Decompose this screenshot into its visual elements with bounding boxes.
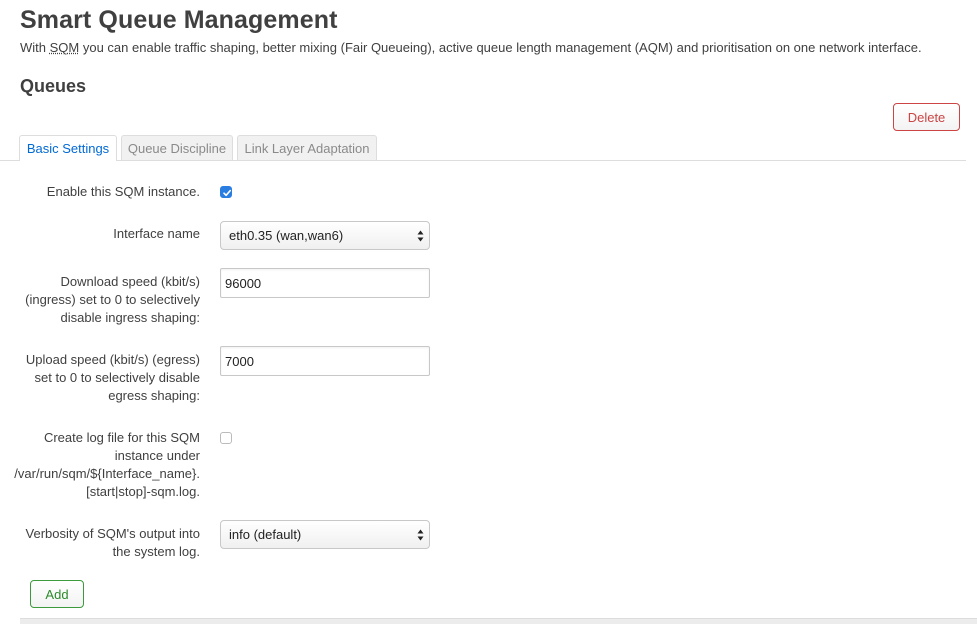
section-title: Queues: [20, 76, 87, 96]
download-label-line-3: disable ingress shaping:: [60, 310, 200, 325]
upload-label-line-2: set to 0 to selectively disable: [34, 370, 200, 385]
checkmark-icon: [223, 189, 231, 197]
select-arrows-icon: [417, 529, 424, 541]
log-label-line-1: Create log file for this SQM: [43, 430, 200, 445]
log-label: Create log file for this SQM instance un…: [14, 429, 200, 501]
download-label: Download speed (kbit/s) (ingress) set to…: [25, 273, 200, 327]
log-label-line-3: /var/run/sqm/${Interface_name}.: [14, 466, 200, 481]
description-pre: With: [20, 40, 50, 55]
upload-label-line-1: Upload speed (kbit/s) (egress): [25, 352, 200, 367]
download-speed-input[interactable]: 96000: [220, 268, 430, 298]
download-label-line-1: Download speed (kbit/s): [60, 274, 200, 289]
tab-bar: Basic Settings Queue Discipline Link Lay…: [0, 135, 966, 161]
upload-speed-input[interactable]: 7000: [220, 346, 430, 376]
log-checkbox[interactable]: [220, 432, 232, 444]
download-label-line-2: (ingress) set to 0 to selectively: [25, 292, 200, 307]
page-description: With SQM you can enable traffic shaping,…: [20, 40, 922, 55]
footer-divider: [20, 618, 977, 624]
tab-link-layer-adaptation[interactable]: Link Layer Adaptation: [237, 135, 377, 160]
add-button[interactable]: Add: [30, 580, 84, 608]
sqm-abbr: SQM: [49, 40, 80, 55]
page-title: Smart Queue Management: [20, 6, 338, 34]
verbosity-label: Verbosity of SQM's output into the syste…: [26, 525, 200, 561]
select-arrows-icon: [417, 230, 424, 242]
delete-button[interactable]: Delete: [893, 103, 960, 131]
verbosity-label-line-2: the system log.: [112, 544, 200, 559]
tab-queue-discipline[interactable]: Queue Discipline: [121, 135, 233, 160]
verbosity-label-line-1: Verbosity of SQM's output into: [25, 526, 200, 541]
upload-label-line-3: egress shaping:: [108, 388, 200, 403]
description-post: you can enable traffic shaping, better m…: [79, 40, 922, 55]
upload-label: Upload speed (kbit/s) (egress) set to 0 …: [26, 351, 200, 405]
interface-select[interactable]: eth0.35 (wan,wan6): [220, 221, 430, 250]
interface-label: Interface name: [113, 226, 200, 241]
enable-checkbox[interactable]: [220, 186, 232, 198]
verbosity-select[interactable]: info (default): [220, 520, 430, 549]
enable-label: Enable this SQM instance.: [46, 184, 200, 199]
log-label-line-4: [start|stop]-sqm.log.: [86, 484, 200, 499]
interface-select-value: eth0.35 (wan,wan6): [229, 228, 344, 243]
tab-basic-settings[interactable]: Basic Settings: [19, 135, 117, 161]
verbosity-select-value: info (default): [229, 527, 302, 542]
log-label-line-2: instance under: [114, 448, 200, 463]
